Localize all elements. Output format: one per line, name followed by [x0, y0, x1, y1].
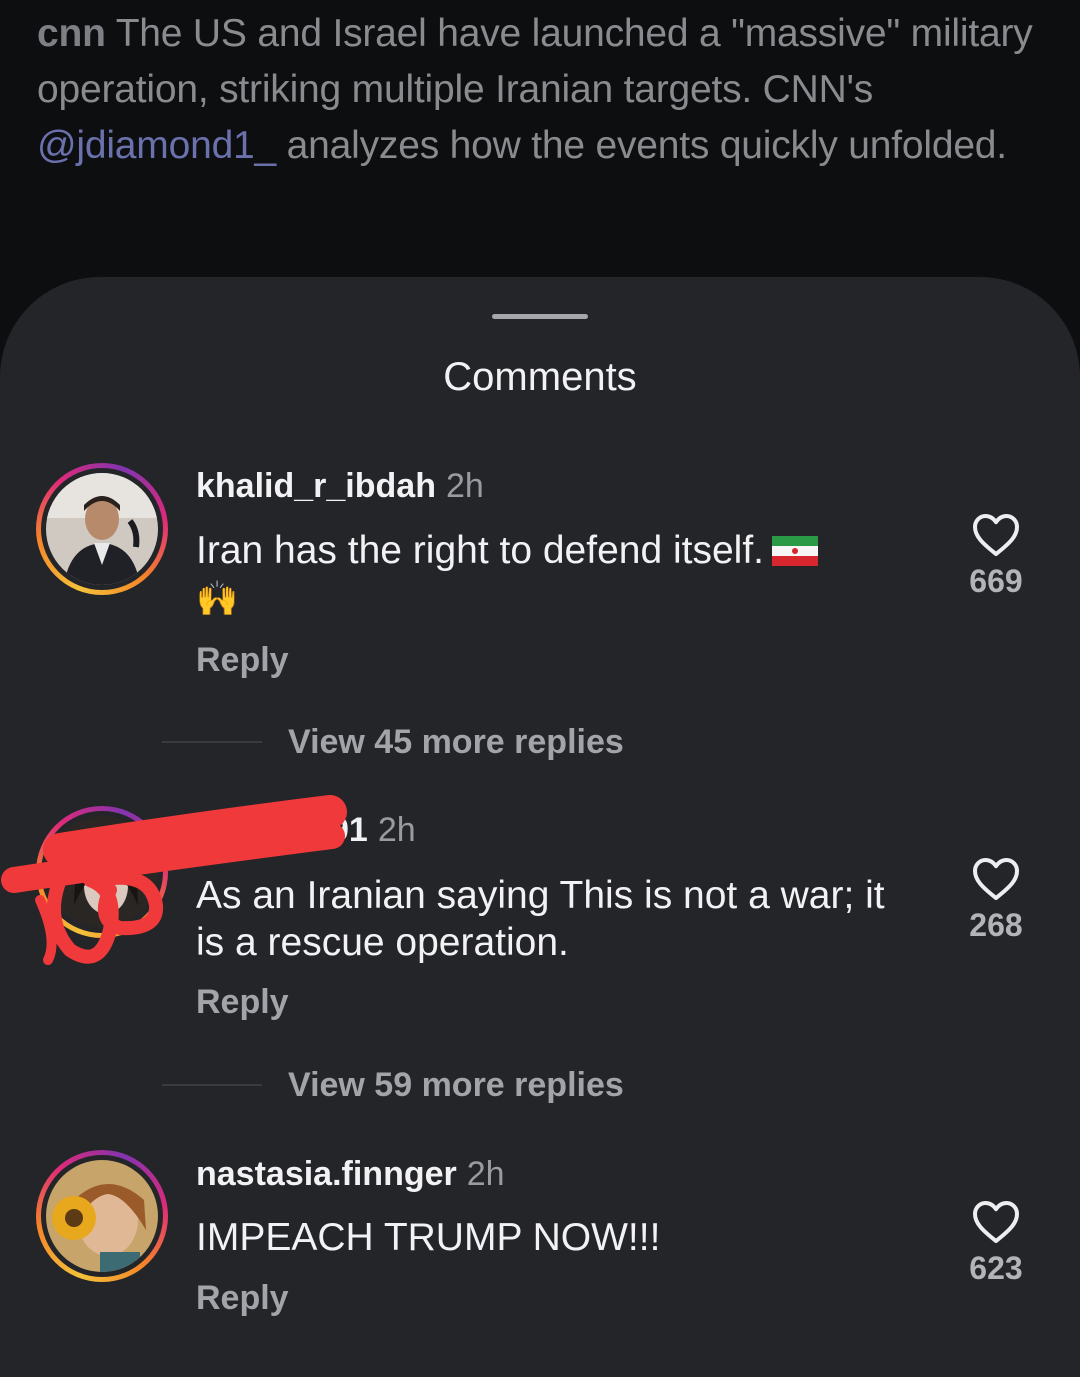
reply-button[interactable]: Reply — [196, 641, 289, 680]
comment-username[interactable]: khalid_r_ibdah 2h — [196, 467, 484, 506]
thread-line — [162, 1084, 262, 1086]
comment-timestamp: 2h — [377, 811, 416, 849]
sheet-drag-handle[interactable] — [492, 314, 588, 319]
avatar[interactable] — [36, 806, 168, 938]
post-author[interactable]: cnn — [37, 12, 106, 55]
iran-flag-icon — [772, 536, 819, 566]
comment-timestamp: 2h — [445, 467, 484, 505]
comment-text: IMPEACH TRUMP NOW!!! — [196, 1216, 661, 1259]
heart-outline-icon — [973, 514, 1019, 556]
like-button[interactable]: 268 — [956, 857, 1036, 944]
like-button[interactable]: 669 — [956, 513, 1036, 600]
raising-hands-emoji: 🙌 — [196, 580, 239, 618]
avatar-photo — [46, 473, 158, 585]
view-more-replies[interactable]: View 59 more replies — [162, 1065, 624, 1105]
caption-text-end: analyzes how the events quickly unfolded… — [276, 124, 1007, 167]
like-count: 623 — [969, 1250, 1023, 1286]
view-more-replies-label: View 59 more replies — [288, 1065, 624, 1104]
comment-timestamp: 2h — [466, 1155, 505, 1193]
heart-outline-icon — [973, 1201, 1019, 1243]
view-more-replies[interactable]: View 45 more replies — [162, 722, 624, 762]
reply-button[interactable]: Reply — [196, 1279, 289, 1318]
thread-line — [162, 741, 262, 743]
comment-username[interactable]: 91 2h — [330, 811, 416, 850]
like-count: 669 — [969, 563, 1023, 599]
caption-mention[interactable]: @jdiamond1_ — [37, 124, 276, 167]
caption-text-start: The US and Israel have launched a "massi… — [37, 12, 1033, 111]
like-count: 268 — [969, 907, 1023, 943]
avatar-photo — [46, 816, 158, 928]
sheet-title: Comments — [443, 355, 637, 399]
post-caption: cnn The US and Israel have launched a "m… — [37, 6, 1047, 174]
view-more-replies-label: View 45 more replies — [288, 722, 624, 761]
comment-username[interactable]: nastasia.finnger 2h — [196, 1155, 505, 1194]
like-button[interactable]: 623 — [956, 1200, 1036, 1287]
avatar-photo — [46, 1160, 158, 1272]
comment-text: Iran has the right to defend itself. 🙌 — [196, 527, 916, 623]
avatar[interactable] — [36, 463, 168, 595]
avatar[interactable] — [36, 1150, 168, 1282]
comments-sheet: Comments khalid_r_ibdah 2h Iran has the r… — [0, 277, 1080, 1377]
reply-button[interactable]: Reply — [196, 983, 289, 1022]
comment-text: As an Iranian saying This is not a war; … — [196, 874, 885, 964]
heart-outline-icon — [973, 858, 1019, 900]
